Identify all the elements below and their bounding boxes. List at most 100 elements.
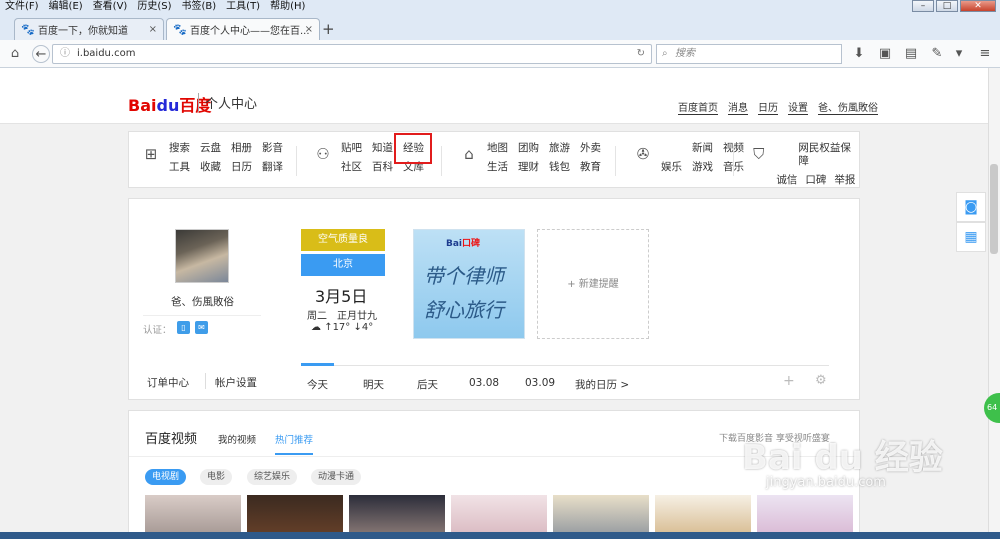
service-zhidao[interactable]: 知道	[372, 142, 393, 155]
banner-brand-text: Bai	[446, 239, 463, 249]
service-album[interactable]: 相册	[231, 142, 252, 155]
banner-line2: 舒心旅行	[424, 298, 504, 322]
tab-0309[interactable]: 03.09	[525, 377, 555, 389]
service-life[interactable]: 生活	[487, 161, 508, 174]
page-subtitle: 个人中心	[198, 93, 257, 112]
service-baike[interactable]: 百科	[372, 161, 393, 174]
service-rights[interactable]: 网民权益保障	[798, 142, 859, 168]
menu-help[interactable]: 帮助(H)	[265, 0, 310, 14]
link-messages[interactable]: 消息	[728, 99, 748, 115]
new-tab-button[interactable]: +	[322, 20, 335, 38]
tab-personal-center[interactable]: 🐾 百度个人中心——您在百... ×	[166, 18, 320, 40]
menu-icon[interactable]: ≡	[976, 45, 994, 63]
current-date: 3月5日	[315, 287, 368, 306]
tab-today[interactable]: 今天	[307, 377, 328, 392]
home-icon[interactable]: ⌂	[6, 45, 24, 63]
link-orders[interactable]: 订单中心	[147, 375, 189, 390]
apps-icon[interactable]: ▦	[956, 222, 986, 252]
feedback-icon[interactable]: ◙	[956, 192, 986, 222]
link-account-settings[interactable]: 帐户设置	[215, 375, 257, 390]
tab-0308[interactable]: 03.08	[469, 377, 499, 389]
service-calendar[interactable]: 日历	[231, 161, 252, 174]
link-settings[interactable]: 设置	[788, 99, 808, 115]
close-window-button[interactable]: ✕	[960, 0, 996, 12]
watermark-url: jingyan.baidu.com	[766, 475, 886, 490]
service-cloud[interactable]: 云盘	[200, 142, 221, 155]
service-reputation[interactable]: 口碑	[805, 174, 826, 187]
info-icon[interactable]: ⓘ	[60, 45, 70, 63]
menu-history[interactable]: 历史(S)	[132, 0, 176, 14]
dropdown-icon[interactable]: ▾	[950, 45, 968, 63]
service-takeout[interactable]: 外卖	[580, 142, 601, 155]
phone-icon[interactable]: ▯	[177, 321, 190, 334]
service-map[interactable]: 地图	[487, 142, 508, 155]
service-translate[interactable]: 翻译	[262, 161, 283, 174]
service-tieba[interactable]: 贴吧	[341, 142, 362, 155]
menu-bookmarks[interactable]: 书签(B)	[177, 0, 222, 14]
add-icon[interactable]: +	[783, 373, 795, 389]
back-button[interactable]: ←	[32, 45, 50, 63]
tab-label: 百度一下，你就知道	[38, 26, 128, 37]
service-community[interactable]: 社区	[341, 161, 362, 174]
pill-movie[interactable]: 电影	[200, 469, 233, 485]
service-group-buy[interactable]: 团购	[518, 142, 539, 155]
avatar[interactable]	[175, 229, 229, 283]
minimize-button[interactable]: –	[912, 0, 934, 12]
sidebar-icon[interactable]: ▣	[876, 45, 894, 63]
scrollbar[interactable]	[988, 68, 1000, 539]
service-entertainment[interactable]: 娱乐	[661, 161, 682, 174]
service-group-entertainment: ✇ 娱乐 新闻 视频 娱乐 游戏 音乐	[633, 142, 744, 174]
search-input[interactable]: ⌕ 搜索	[656, 44, 842, 64]
service-wallet[interactable]: 钱包	[549, 161, 570, 174]
service-tools[interactable]: 工具	[169, 161, 190, 174]
service-report[interactable]: 举报	[834, 174, 855, 187]
film-reel-icon: ✇	[636, 145, 650, 163]
divider	[143, 315, 261, 316]
tab-my-calendar[interactable]: 我的日历 >	[575, 377, 629, 392]
scroll-thumb[interactable]	[990, 164, 998, 254]
temperature-text: ↑17° ↓4°	[324, 322, 374, 333]
new-reminder-button[interactable]: + 新建提醒	[537, 229, 649, 339]
extension-icon[interactable]: ✎	[928, 45, 946, 63]
promo-banner[interactable]: Bai口碑 带个律师 舒心旅行	[413, 229, 525, 339]
tab-hot-recommend[interactable]: 热门推荐	[275, 432, 314, 455]
profile-username[interactable]: 爸、伤風敗俗	[171, 294, 234, 309]
service-group-trust: ⛉ 网民权益保障 诚信 口碑 举报	[749, 142, 859, 187]
gear-icon[interactable]: ⚙	[815, 373, 827, 388]
service-favorites[interactable]: 收藏	[200, 161, 221, 174]
menu-tools[interactable]: 工具(T)	[221, 0, 265, 14]
close-tab-icon[interactable]: ×	[149, 24, 157, 35]
service-travel[interactable]: 旅游	[549, 142, 570, 155]
service-games[interactable]: 游戏	[692, 161, 713, 174]
service-finance[interactable]: 理财	[518, 161, 539, 174]
close-tab-icon[interactable]: ×	[305, 24, 313, 35]
maximize-button[interactable]: □	[936, 0, 958, 12]
city-label[interactable]: 北京	[301, 254, 385, 276]
menu-view[interactable]: 查看(V)	[88, 0, 133, 14]
tab-baidu-home[interactable]: 🐾 百度一下，你就知道 ×	[14, 18, 164, 40]
tab-my-videos[interactable]: 我的视频	[218, 432, 256, 446]
pill-tv[interactable]: 电视剧	[145, 469, 187, 485]
download-icon[interactable]: ⬇	[850, 45, 868, 63]
lunar-date: 周二 正月廿九	[307, 311, 377, 322]
link-calendar[interactable]: 日历	[758, 99, 778, 115]
service-integrity[interactable]: 诚信	[776, 174, 797, 187]
tab-tomorrow[interactable]: 明天	[363, 377, 384, 392]
search-icon: ⌕	[662, 48, 668, 59]
link-username[interactable]: 爸、伤風敗俗	[818, 99, 878, 115]
pill-variety[interactable]: 综艺娱乐	[247, 469, 298, 485]
page-icon[interactable]: ▤	[902, 45, 920, 63]
menu-edit[interactable]: 编辑(E)	[44, 0, 88, 14]
mail-icon[interactable]: ✉	[195, 321, 208, 334]
url-bar[interactable]: ⓘ i.baidu.com ↻	[52, 44, 652, 64]
service-news[interactable]: 新闻	[692, 142, 713, 155]
tab-day-after[interactable]: 后天	[417, 377, 438, 392]
service-search[interactable]: 搜索	[169, 142, 190, 155]
link-baidu-home[interactable]: 百度首页	[678, 99, 718, 115]
pill-anime[interactable]: 动漫卡通	[311, 469, 362, 485]
watermark: Bai du 经验	[742, 438, 943, 478]
service-education[interactable]: 教育	[580, 161, 601, 174]
menu-file[interactable]: 文件(F)	[0, 0, 44, 14]
reload-icon[interactable]: ↻	[637, 45, 645, 63]
service-media[interactable]: 影音	[262, 142, 283, 155]
